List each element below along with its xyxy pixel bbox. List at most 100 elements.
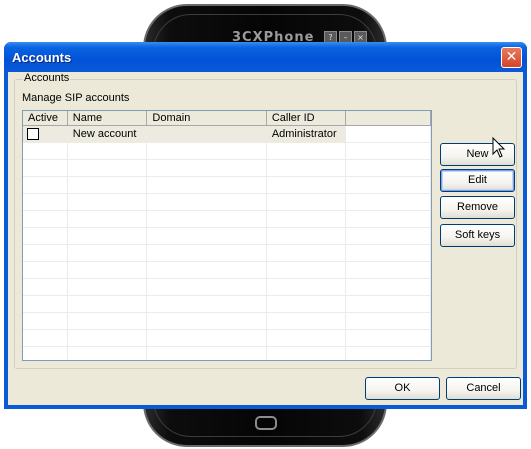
phone-home-button[interactable]: [255, 416, 277, 430]
table-row[interactable]: New account Administrator: [23, 126, 431, 143]
empty-cell: [23, 194, 68, 211]
empty-cell: [147, 228, 267, 245]
accounts-table[interactable]: Active Name Domain Caller ID New account…: [22, 110, 432, 361]
cancel-button[interactable]: Cancel: [446, 377, 521, 400]
empty-cell: [346, 177, 431, 194]
empty-cell: [346, 313, 431, 330]
active-cell: [23, 126, 68, 143]
empty-table-row: [23, 194, 431, 211]
empty-cell: [23, 296, 68, 313]
empty-table-row: [23, 262, 431, 279]
active-checkbox[interactable]: [27, 128, 39, 140]
empty-cell: [147, 313, 267, 330]
empty-cell: [346, 245, 431, 262]
empty-cell: [147, 160, 267, 177]
mouse-pointer-icon: [492, 137, 506, 158]
close-button[interactable]: ✕: [501, 47, 522, 68]
empty-table-row: [23, 211, 431, 228]
empty-cell: [346, 347, 431, 360]
dialog-title: Accounts: [12, 50, 72, 65]
ok-button[interactable]: OK: [365, 377, 440, 400]
empty-cell: [266, 296, 347, 313]
remove-button[interactable]: Remove: [440, 196, 515, 219]
empty-cell: [23, 262, 68, 279]
empty-cell: [67, 177, 148, 194]
empty-cell: [23, 211, 68, 228]
dialog-client: Accounts Manage SIP accounts Active Name…: [8, 72, 523, 405]
empty-cell: [23, 143, 68, 160]
empty-cell: [346, 330, 431, 347]
empty-cell: [266, 262, 347, 279]
empty-cell: [23, 177, 68, 194]
empty-cell: [147, 262, 267, 279]
empty-cell: [147, 245, 267, 262]
soft-keys-button[interactable]: Soft keys: [440, 224, 515, 247]
empty-table-row: [23, 160, 431, 177]
empty-cell: [266, 143, 347, 160]
empty-table-row: [23, 245, 431, 262]
empty-cell: [267, 347, 347, 360]
empty-cell: [346, 279, 431, 296]
empty-cell: [266, 194, 347, 211]
empty-cell: [346, 160, 431, 177]
empty-cell: [67, 330, 148, 347]
empty-cell: [346, 228, 431, 245]
empty-table-row: [23, 177, 431, 194]
column-header[interactable]: [346, 111, 431, 126]
empty-cell: [23, 347, 68, 360]
empty-cell: [346, 262, 431, 279]
empty-table-row: [23, 330, 431, 347]
accounts-groupbox: Accounts Manage SIP accounts Active Name…: [14, 72, 517, 369]
empty-cell: [23, 228, 68, 245]
caller-id-cell: Administrator: [266, 126, 347, 143]
empty-cell: [67, 245, 148, 262]
empty-cell: [266, 160, 347, 177]
empty-cell: [147, 211, 267, 228]
column-header[interactable]: Active: [23, 111, 68, 126]
empty-cell: [147, 279, 267, 296]
empty-cell: [147, 177, 267, 194]
empty-cell: [346, 296, 431, 313]
title-bar[interactable]: Accounts ✕: [4, 42, 527, 72]
empty-cell: [346, 211, 431, 228]
column-header[interactable]: Name: [67, 111, 148, 126]
name-cell: New account: [67, 126, 148, 143]
empty-table-row: [23, 296, 431, 313]
empty-cell: [266, 279, 347, 296]
close-icon: ✕: [505, 49, 518, 65]
empty-cell: [67, 279, 148, 296]
empty-cell: [266, 177, 347, 194]
domain-cell: [147, 126, 267, 143]
empty-cell: [67, 313, 148, 330]
empty-cell: [346, 194, 431, 211]
extra-cell: [346, 126, 431, 143]
empty-cell: [67, 262, 148, 279]
empty-cell: [147, 296, 267, 313]
empty-cell: [23, 313, 68, 330]
edit-button[interactable]: Edit: [440, 169, 515, 192]
manage-label: Manage SIP accounts: [22, 92, 130, 104]
table-header: Active Name Domain Caller ID: [23, 111, 431, 127]
empty-cell: [67, 296, 148, 313]
empty-cell: [266, 211, 347, 228]
empty-cell: [23, 279, 68, 296]
empty-cell: [67, 228, 148, 245]
empty-cell: [67, 143, 148, 160]
empty-cell: [266, 313, 347, 330]
empty-table-row: [23, 143, 431, 160]
empty-cell: [68, 347, 148, 360]
empty-cell: [266, 330, 347, 347]
empty-cell: [147, 143, 267, 160]
empty-cell: [266, 228, 347, 245]
empty-cell: [147, 330, 267, 347]
groupbox-label: Accounts: [23, 72, 71, 84]
empty-cell: [147, 347, 267, 360]
column-header[interactable]: Caller ID: [266, 111, 347, 126]
empty-cell: [266, 245, 347, 262]
empty-cell: [147, 194, 267, 211]
empty-table-row: [23, 347, 431, 360]
column-header[interactable]: Domain: [147, 111, 267, 126]
empty-cell: [23, 330, 68, 347]
empty-cell: [346, 143, 431, 160]
empty-cell: [23, 245, 68, 262]
